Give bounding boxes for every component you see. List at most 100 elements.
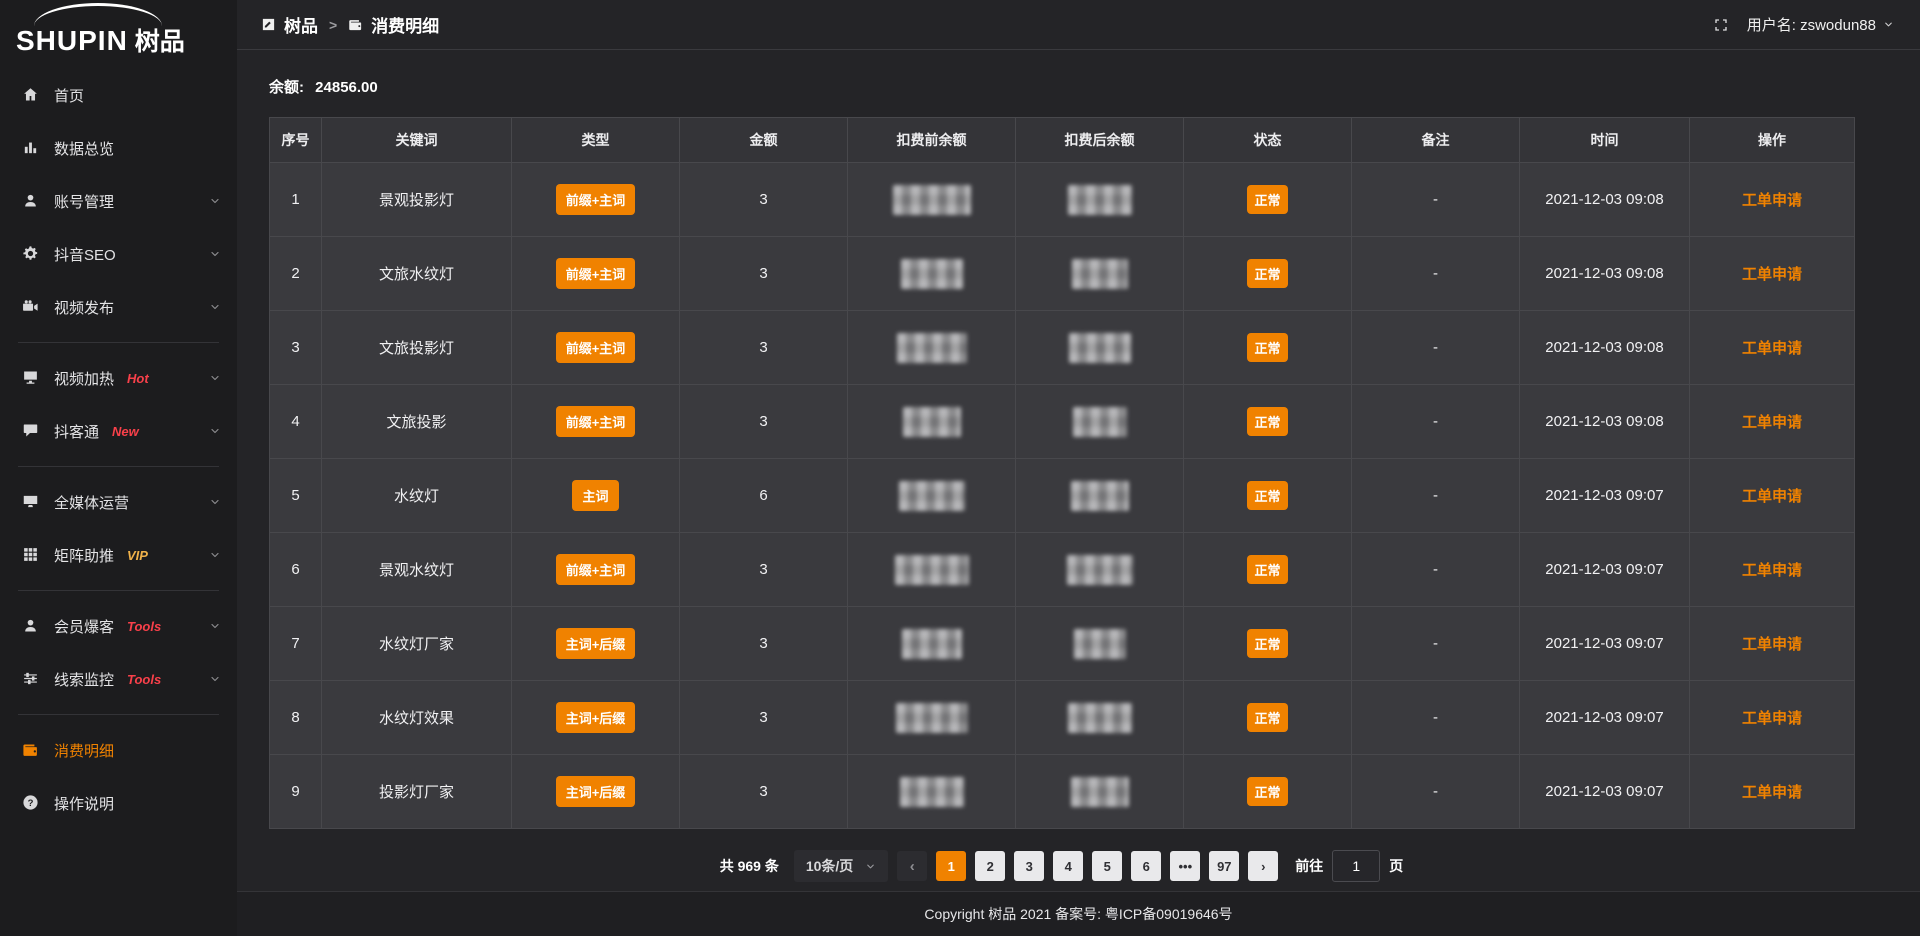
fullscreen-icon[interactable] — [1713, 17, 1729, 33]
chat-icon — [22, 422, 40, 440]
work-order-link[interactable]: 工单申请 — [1742, 784, 1802, 801]
masked-balance-after — [1073, 407, 1127, 437]
page-buttons: ‹ 123456 ••• 97 › — [897, 851, 1278, 881]
cell-action: 工单申请 — [1690, 385, 1855, 459]
prev-page-button[interactable]: ‹ — [897, 851, 927, 881]
cell-amount: 3 — [680, 385, 848, 459]
cell-index: 6 — [270, 533, 322, 607]
sidebar-item-home[interactable]: 首页 — [0, 74, 237, 116]
sidebar-item-video-heat[interactable]: 视频加热Hot — [0, 357, 237, 399]
cell-type: 前缀+主词 — [512, 163, 680, 237]
cell-amount: 3 — [680, 163, 848, 237]
cell-index: 5 — [270, 459, 322, 533]
sidebar-divider — [18, 466, 219, 467]
masked-balance-before — [900, 777, 964, 807]
cell-keyword: 文旅水纹灯 — [322, 237, 512, 311]
sidebar-item-operation-guide[interactable]: ?操作说明 — [0, 782, 237, 824]
page-button-3[interactable]: 3 — [1014, 851, 1044, 881]
cell-type: 前缀+主词 — [512, 237, 680, 311]
work-order-link[interactable]: 工单申请 — [1742, 340, 1802, 357]
next-page-button[interactable]: › — [1248, 851, 1278, 881]
work-order-link[interactable]: 工单申请 — [1742, 192, 1802, 209]
cell-balance-after — [1016, 681, 1184, 755]
sidebar-item-matrix-boost[interactable]: 矩阵助推VIP — [0, 534, 237, 576]
cell-action: 工单申请 — [1690, 311, 1855, 385]
wallet-icon — [348, 17, 363, 32]
work-order-link[interactable]: 工单申请 — [1742, 414, 1802, 431]
page-button-1[interactable]: 1 — [936, 851, 966, 881]
status-badge: 正常 — [1247, 555, 1287, 584]
work-order-link[interactable]: 工单申请 — [1742, 488, 1802, 505]
masked-balance-before — [899, 481, 965, 511]
masked-balance-before — [893, 185, 971, 215]
masked-balance-after — [1071, 777, 1129, 807]
type-badge: 前缀+主词 — [556, 406, 636, 437]
sidebar-item-label: 会员爆客 — [54, 616, 114, 637]
cell-amount: 6 — [680, 459, 848, 533]
topbar: 树品 > 消费明细 用户名: zswodun88 — [237, 0, 1920, 50]
work-order-link[interactable]: 工单申请 — [1742, 710, 1802, 727]
sidebar-item-member-baoke[interactable]: 会员爆客Tools — [0, 605, 237, 647]
type-badge: 主词+后缀 — [556, 702, 636, 733]
user-dropdown[interactable]: 用户名: zswodun88 — [1747, 14, 1894, 35]
chevron-down-icon — [209, 425, 221, 437]
cell-balance-before — [848, 533, 1016, 607]
table-row: 9投影灯厂家主词+后缀3正常-2021-12-03 09:07工单申请 — [270, 755, 1855, 829]
chevron-down-icon — [209, 673, 221, 685]
cell-balance-before — [848, 163, 1016, 237]
sidebar-item-consume-detail[interactable]: 消费明细 — [0, 729, 237, 771]
sidebar-item-badge: New — [112, 424, 139, 439]
work-order-link[interactable]: 工单申请 — [1742, 266, 1802, 283]
page-button-4[interactable]: 4 — [1053, 851, 1083, 881]
page-button-5[interactable]: 5 — [1092, 851, 1122, 881]
dashboard-icon — [261, 17, 276, 32]
cell-balance-before — [848, 459, 1016, 533]
cell-balance-before — [848, 681, 1016, 755]
cell-action: 工单申请 — [1690, 607, 1855, 681]
sidebar-item-data-overview[interactable]: 数据总览 — [0, 127, 237, 169]
masked-balance-after — [1074, 629, 1126, 659]
sidebar-item-douketong[interactable]: 抖客通 New — [0, 410, 237, 452]
cell-keyword: 水纹灯厂家 — [322, 607, 512, 681]
cell-balance-after — [1016, 237, 1184, 311]
work-order-link[interactable]: 工单申请 — [1742, 636, 1802, 653]
sidebar-item-account-management[interactable]: 账号管理 — [0, 180, 237, 222]
chevron-down-icon — [209, 195, 221, 207]
masked-balance-before — [901, 259, 963, 289]
sidebar-item-douyin-seo[interactable]: 抖音SEO — [0, 233, 237, 275]
sidebar-item-lead-monitor[interactable]: 线索监控Tools — [0, 658, 237, 700]
sidebar-item-video-publish[interactable]: 视频发布 — [0, 286, 237, 328]
status-badge: 正常 — [1247, 259, 1287, 288]
sidebar-item-omni-media[interactable]: 全媒体运营 — [0, 481, 237, 523]
cell-time: 2021-12-03 09:07 — [1520, 459, 1690, 533]
status-badge: 正常 — [1247, 703, 1287, 732]
cell-balance-after — [1016, 607, 1184, 681]
consume-table: 序号关键词类型金额扣费前余额扣费后余额状态备注时间操作 1景观投影灯前缀+主词3… — [269, 117, 1855, 829]
goto-page-input[interactable] — [1332, 850, 1380, 882]
breadcrumb-item-current[interactable]: 消费明细 — [348, 12, 439, 37]
breadcrumb-item-home[interactable]: 树品 — [261, 12, 318, 37]
chevron-down-icon — [209, 549, 221, 561]
masked-balance-after — [1072, 259, 1128, 289]
page-button-6[interactable]: 6 — [1131, 851, 1161, 881]
table-row: 4文旅投影前缀+主词3正常-2021-12-03 09:08工单申请 — [270, 385, 1855, 459]
cell-keyword: 景观水纹灯 — [322, 533, 512, 607]
sidebar-divider — [18, 342, 219, 343]
svg-text:?: ? — [28, 798, 34, 809]
type-badge: 主词+后缀 — [556, 628, 636, 659]
balance: 余额: 24856.00 — [237, 51, 1920, 117]
sidebar-item-label: 抖音SEO — [54, 244, 116, 265]
cell-balance-after — [1016, 311, 1184, 385]
work-order-link[interactable]: 工单申请 — [1742, 562, 1802, 579]
consume-table-wrap: 序号关键词类型金额扣费前余额扣费后余额状态备注时间操作 1景观投影灯前缀+主词3… — [269, 117, 1854, 829]
page-size-select[interactable]: 10条/页 — [794, 850, 888, 882]
sidebar-item-label: 抖客通 — [54, 421, 99, 442]
table-row: 7水纹灯厂家主词+后缀3正常-2021-12-03 09:07工单申请 — [270, 607, 1855, 681]
brand-logo: SHUPIN 树品 — [0, 0, 237, 58]
page-button-97[interactable]: 97 — [1209, 851, 1239, 881]
pagination: 共 969 条 10条/页 ‹123456•••97› 前往 页 — [269, 850, 1854, 882]
page-button-2[interactable]: 2 — [975, 851, 1005, 881]
cell-status: 正常 — [1184, 755, 1352, 829]
cell-amount: 3 — [680, 681, 848, 755]
more-pages-button[interactable]: ••• — [1170, 851, 1200, 881]
